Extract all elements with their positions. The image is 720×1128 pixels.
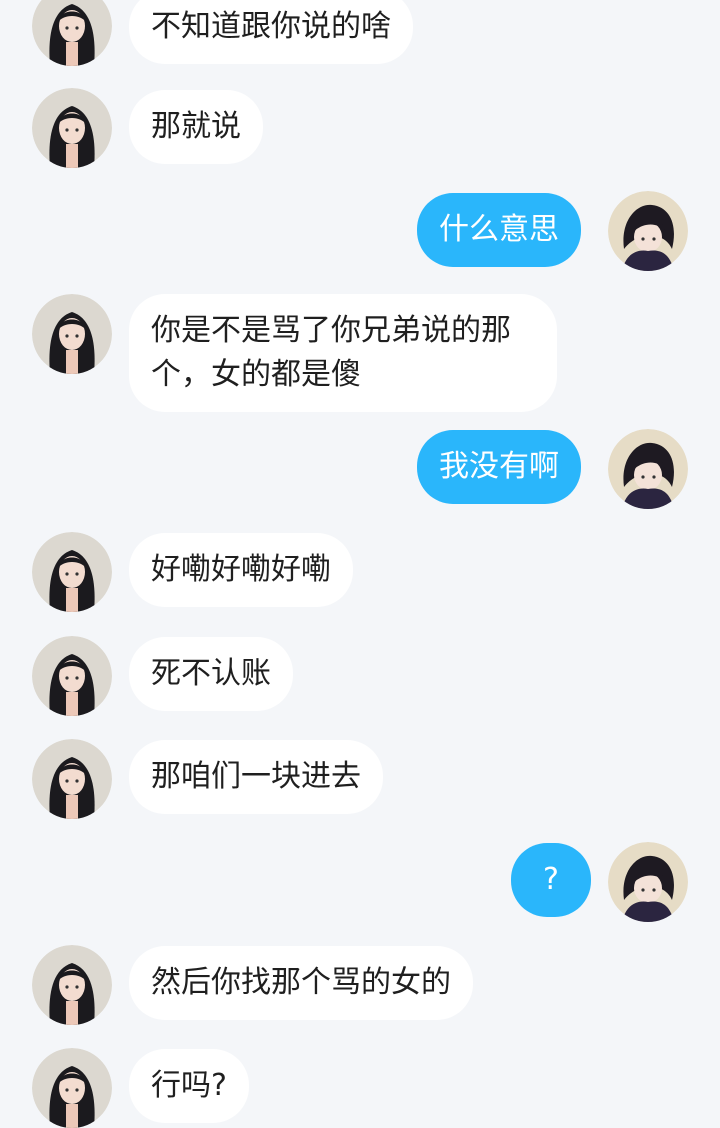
girl-avatar-icon[interactable] bbox=[32, 88, 112, 168]
girl-avatar-icon[interactable] bbox=[32, 945, 112, 1025]
girl-avatar-icon[interactable] bbox=[32, 0, 112, 66]
message-bubble[interactable]: ? bbox=[511, 843, 591, 917]
message-row: 那咱们一块进去 bbox=[0, 739, 720, 819]
boy-avatar-icon[interactable] bbox=[608, 842, 688, 922]
message-bubble[interactable]: 那咱们一块进去 bbox=[129, 740, 383, 814]
message-bubble[interactable]: 不知道跟你说的啥 bbox=[129, 0, 413, 64]
girl-avatar-icon[interactable] bbox=[32, 636, 112, 716]
message-row: 死不认账 bbox=[0, 636, 720, 716]
message-row: 什么意思 bbox=[0, 191, 720, 271]
message-row: 那就说 bbox=[0, 88, 720, 168]
message-bubble[interactable]: 你是不是骂了你兄弟说的那个，女的都是傻 bbox=[129, 294, 557, 412]
message-row: 行吗? bbox=[0, 1048, 720, 1128]
message-row: 不知道跟你说的啥 bbox=[0, 0, 720, 66]
boy-avatar-icon[interactable] bbox=[608, 429, 688, 509]
message-bubble[interactable]: 那就说 bbox=[129, 90, 263, 164]
chat-thread: 不知道跟你说的啥 那就说 什么意思 你是不是骂了你兄弟说的那个，女的都是傻 我没… bbox=[0, 0, 720, 1128]
message-bubble[interactable]: 然后你找那个骂的女的 bbox=[129, 946, 473, 1020]
girl-avatar-icon[interactable] bbox=[32, 532, 112, 612]
boy-avatar-icon[interactable] bbox=[608, 191, 688, 271]
message-row: 然后你找那个骂的女的 bbox=[0, 945, 720, 1025]
message-bubble[interactable]: 死不认账 bbox=[129, 637, 293, 711]
message-bubble[interactable]: 什么意思 bbox=[417, 193, 581, 267]
girl-avatar-icon[interactable] bbox=[32, 739, 112, 819]
message-row: 你是不是骂了你兄弟说的那个，女的都是傻 bbox=[0, 294, 720, 412]
girl-avatar-icon[interactable] bbox=[32, 1048, 112, 1128]
message-row: 我没有啊 bbox=[0, 429, 720, 509]
message-row: ? bbox=[0, 842, 720, 922]
message-bubble[interactable]: 好嘞好嘞好嘞 bbox=[129, 533, 353, 607]
girl-avatar-icon[interactable] bbox=[32, 294, 112, 374]
message-bubble[interactable]: 行吗? bbox=[129, 1049, 249, 1123]
message-bubble[interactable]: 我没有啊 bbox=[417, 430, 581, 504]
message-row: 好嘞好嘞好嘞 bbox=[0, 532, 720, 612]
